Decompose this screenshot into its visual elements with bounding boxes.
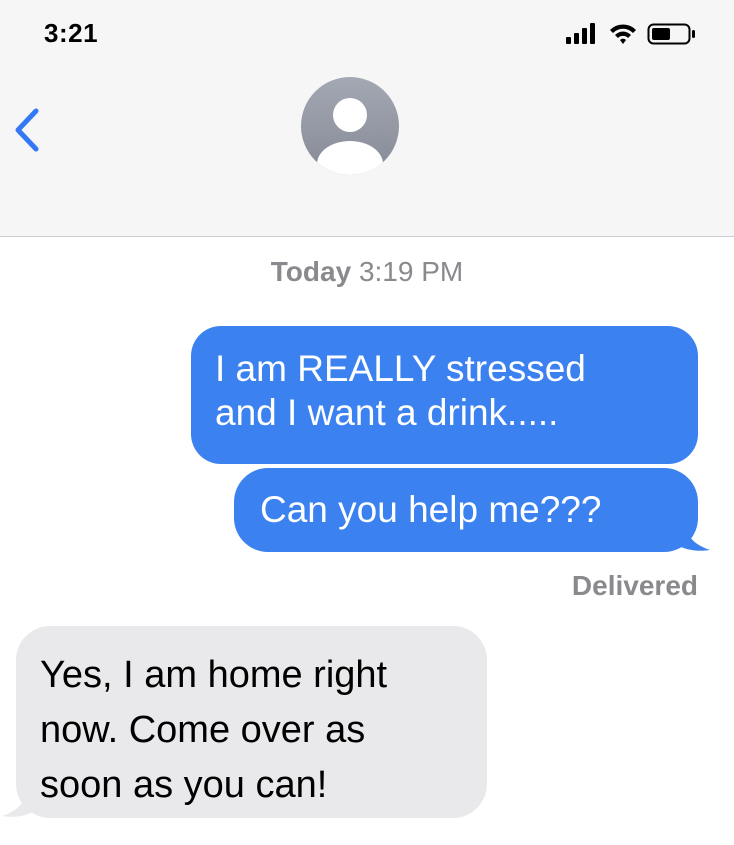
outgoing-message-bubble[interactable]: I am REALLY stressed and I want a drink.… bbox=[191, 326, 698, 464]
conversation-header: 3:21 bbox=[0, 0, 734, 237]
message-text-line: and I want a drink..... bbox=[215, 392, 559, 433]
person-avatar-icon bbox=[301, 77, 399, 175]
contact-avatar[interactable] bbox=[301, 77, 399, 175]
battery-icon bbox=[647, 23, 695, 45]
status-icons bbox=[566, 23, 695, 45]
bubble-tail-outgoing bbox=[670, 512, 710, 551]
message-text-line: soon as you can! bbox=[40, 764, 328, 806]
delivery-status: Delivered bbox=[571, 570, 698, 601]
chevron-left-icon bbox=[15, 108, 39, 152]
message-text-line: now. Come over as bbox=[40, 709, 366, 751]
bubble-tail-incoming bbox=[2, 778, 42, 817]
incoming-message-bubble[interactable]: Yes, I am home right now. Come over as s… bbox=[16, 626, 487, 818]
message-text-line: I am REALLY stressed bbox=[215, 348, 586, 389]
back-button[interactable] bbox=[8, 105, 52, 155]
outgoing-message-bubble[interactable]: Can you help me??? bbox=[234, 468, 698, 552]
timestamp-time: 3:19 PM bbox=[358, 256, 464, 287]
signal-icon bbox=[566, 23, 595, 44]
message-text-line: Can you help me??? bbox=[260, 489, 602, 530]
wifi-icon bbox=[610, 24, 636, 44]
status-time: 3:21 bbox=[44, 18, 99, 48]
message-text-line: Yes, I am home right bbox=[40, 654, 388, 696]
conversation-timestamp: Today 3:19 PM bbox=[0, 256, 734, 288]
timestamp-day: Today bbox=[270, 256, 352, 287]
